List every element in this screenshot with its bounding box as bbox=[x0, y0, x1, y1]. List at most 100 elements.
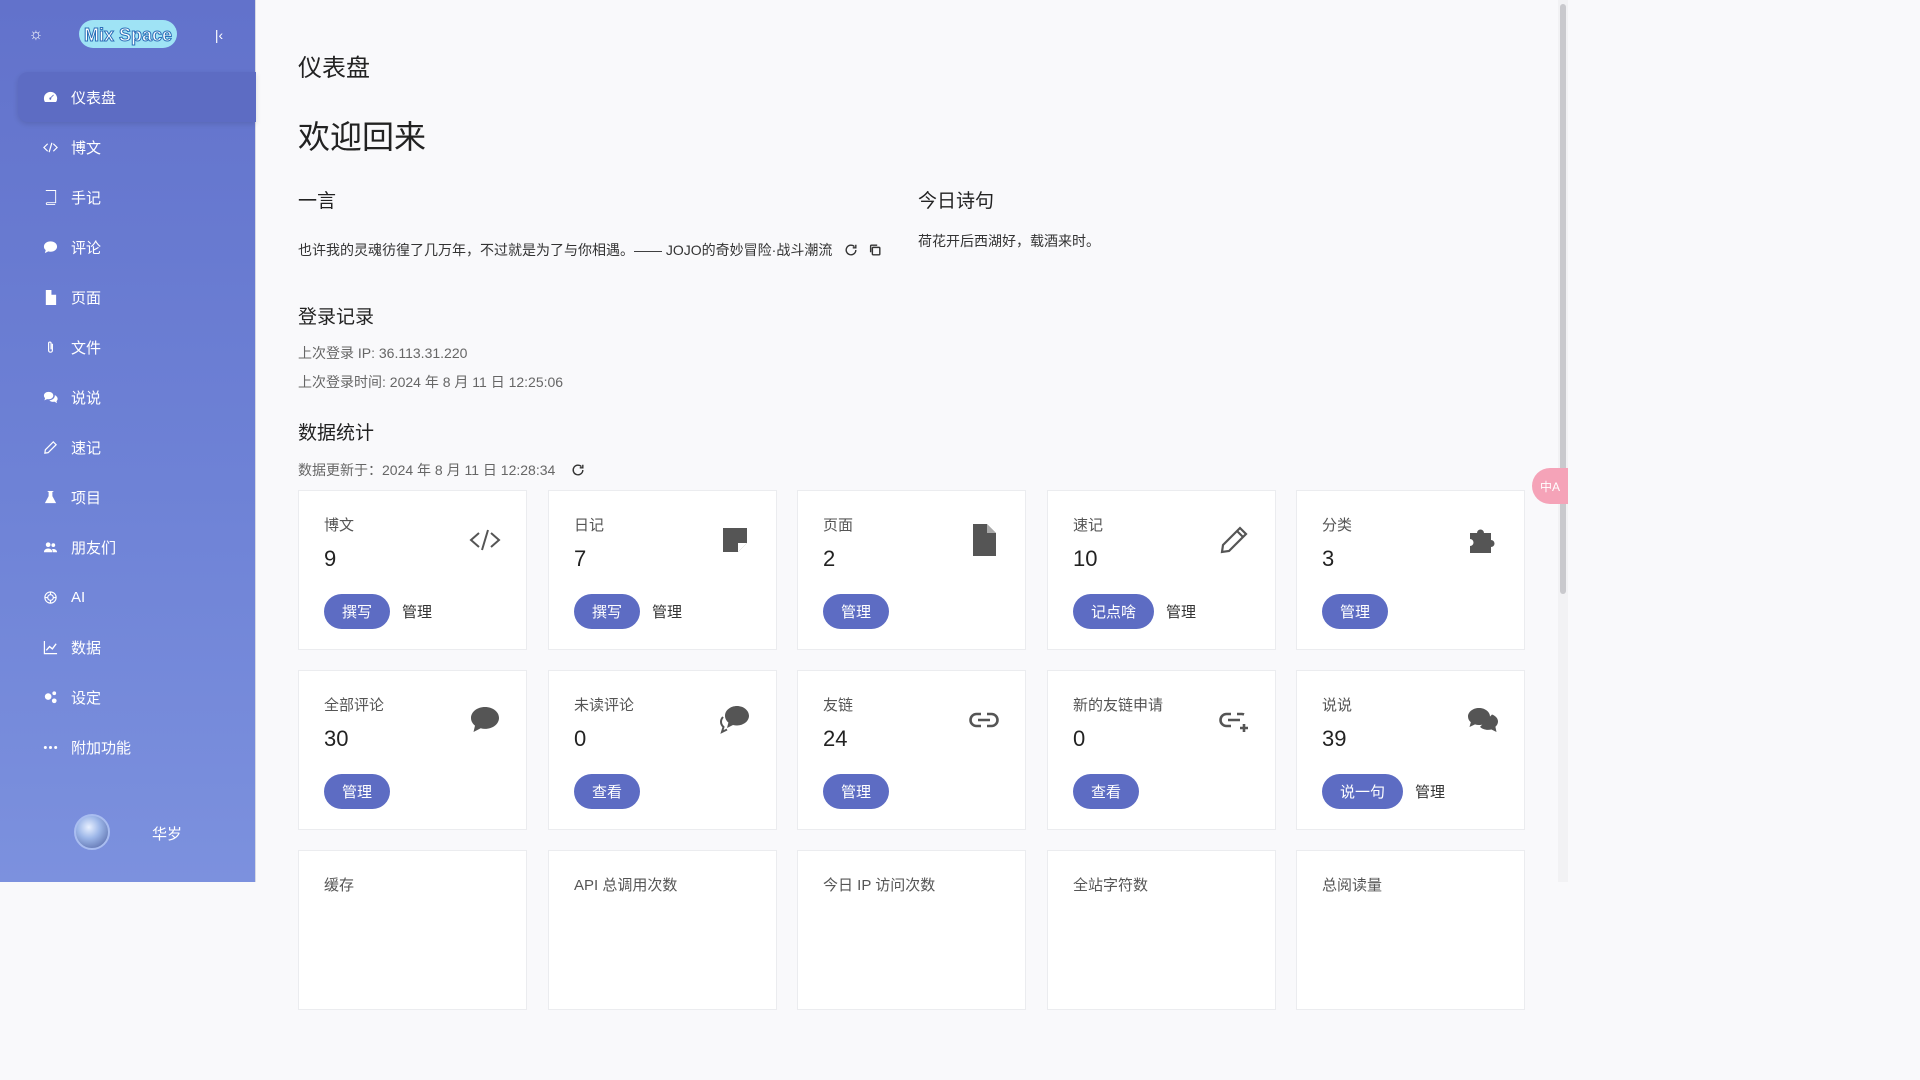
write-say-button[interactable]: 说一句 bbox=[1322, 774, 1404, 809]
card-label: 页面 bbox=[823, 517, 854, 534]
stat-card-categories: 分类 3 管理 bbox=[1296, 490, 1525, 650]
sidebar-item-comments[interactable]: 评论 bbox=[0, 222, 256, 272]
sidebar-item-files[interactable]: 文件 bbox=[0, 322, 256, 372]
welcome-heading: 欢迎回来 bbox=[298, 119, 427, 155]
manage-says-button[interactable]: 管理 bbox=[1415, 781, 1445, 802]
logo-text: Mix Space bbox=[84, 25, 172, 45]
stat-card-today-ip: 今日 IP 访问次数 bbox=[797, 850, 1026, 1010]
user-profile[interactable]: 华岁 bbox=[0, 812, 256, 852]
comment-icon bbox=[42, 239, 58, 255]
card-label: 分类 bbox=[1322, 517, 1353, 534]
stat-card-pages: 页面 2 管理 bbox=[797, 490, 1026, 650]
sidebar-item-pages[interactable]: 页面 bbox=[0, 272, 256, 322]
sun-icon[interactable]: ☼ bbox=[27, 26, 45, 44]
manage-links-button[interactable]: 管理 bbox=[823, 774, 890, 809]
page-title: 仪表盘 bbox=[298, 55, 370, 82]
pencil-icon bbox=[1217, 523, 1251, 557]
manage-categories-button[interactable]: 管理 bbox=[1322, 594, 1389, 629]
login-time: 上次登录时间: 2024 年 8 月 11 日 12:25:06 bbox=[298, 374, 564, 390]
manage-posts-button[interactable]: 管理 bbox=[402, 601, 432, 622]
view-link-requests-button[interactable]: 查看 bbox=[1073, 774, 1140, 809]
stat-card-recently: 速记 10 记点啥 管理 bbox=[1047, 490, 1276, 650]
sidebar-item-notes[interactable]: 手记 bbox=[0, 172, 256, 222]
poem-text: 荷花开后西湖好，载酒来时。 bbox=[918, 233, 1100, 249]
paperclip-icon bbox=[42, 339, 58, 355]
logo[interactable]: Mix Space bbox=[78, 16, 178, 54]
stat-card-cache: 缓存 bbox=[298, 850, 527, 1010]
translate-button[interactable]: 中A bbox=[1532, 468, 1568, 504]
sidebar-item-extra[interactable]: 附加功能 bbox=[0, 722, 256, 772]
card-value: 9 bbox=[324, 546, 337, 571]
sidebar-item-label: 文件 bbox=[71, 339, 102, 357]
sidebar-item-projects[interactable]: 项目 bbox=[0, 472, 256, 522]
stat-card-notes: 日记 7 撰写 管理 bbox=[548, 490, 777, 650]
card-value: 30 bbox=[324, 726, 349, 751]
card-label: 速记 bbox=[1073, 517, 1104, 534]
card-label: 日记 bbox=[574, 517, 605, 534]
card-label: 友链 bbox=[823, 697, 854, 714]
write-note-button[interactable]: 撰写 bbox=[574, 594, 641, 629]
avatar[interactable] bbox=[74, 814, 110, 850]
card-label: 说说 bbox=[1322, 697, 1353, 714]
username: 华岁 bbox=[152, 826, 183, 843]
manage-notes-button[interactable]: 管理 bbox=[652, 601, 682, 622]
card-label: 全部评论 bbox=[324, 697, 385, 714]
sidebar-item-posts[interactable]: 博文 bbox=[0, 122, 256, 172]
card-value: 39 bbox=[1322, 726, 1347, 751]
book-icon bbox=[42, 189, 58, 205]
view-unread-comments-button[interactable]: 查看 bbox=[574, 774, 641, 809]
hitokoto-text: 也许我的灵魂彷徨了几万年，不过就是为了与你相遇。—— JOJO的奇妙冒险·战斗潮… bbox=[298, 242, 833, 258]
stat-card-api-calls: API 总调用次数 bbox=[548, 850, 777, 1010]
manage-pages-button[interactable]: 管理 bbox=[823, 594, 890, 629]
card-label: API 总调用次数 bbox=[574, 877, 678, 894]
card-label: 总阅读量 bbox=[1322, 877, 1383, 894]
sidebar-item-label: AI bbox=[71, 588, 86, 606]
card-label: 博文 bbox=[324, 517, 355, 534]
users-icon bbox=[42, 539, 58, 555]
stats-updated: 数据更新于：2024 年 8 月 11 日 12:28:34 bbox=[298, 462, 556, 478]
write-recently-button[interactable]: 记点啥 bbox=[1073, 594, 1155, 629]
sidebar-item-analytics[interactable]: 数据 bbox=[0, 622, 256, 672]
refresh-icon[interactable] bbox=[844, 243, 858, 257]
stat-card-links: 友链 24 管理 bbox=[797, 670, 1026, 830]
card-value: 3 bbox=[1322, 546, 1335, 571]
stat-card-all-comments: 全部评论 30 管理 bbox=[298, 670, 527, 830]
sidebar-item-says[interactable]: 说说 bbox=[0, 372, 256, 422]
sidebar-item-label: 评论 bbox=[71, 239, 102, 257]
file-icon bbox=[967, 523, 1001, 557]
sidebar-item-settings[interactable]: 设定 bbox=[0, 672, 256, 722]
card-label: 全站字符数 bbox=[1073, 877, 1149, 894]
stat-card-says: 说说 39 说一句 管理 bbox=[1296, 670, 1525, 830]
card-value: 7 bbox=[574, 546, 587, 571]
sidebar-item-ai[interactable]: AI bbox=[0, 572, 256, 622]
write-post-button[interactable]: 撰写 bbox=[324, 594, 391, 629]
comment-icon bbox=[468, 703, 502, 737]
sidebar-nav: 仪表盘 博文 手记 评论 页面 文件 说说 速记 项目 朋友们 AI 数据 设定… bbox=[0, 72, 256, 772]
flask-icon bbox=[42, 489, 58, 505]
scrollbar-thumb[interactable] bbox=[1560, 4, 1566, 594]
chat-icon bbox=[42, 389, 58, 405]
sidebar-item-label: 仪表盘 bbox=[71, 89, 117, 107]
stat-card-char-count: 全站字符数 bbox=[1047, 850, 1276, 1010]
card-label: 新的友链申请 bbox=[1073, 697, 1164, 714]
stat-card-posts: 博文 9 撰写 管理 bbox=[298, 490, 527, 650]
sidebar-item-recently[interactable]: 速记 bbox=[0, 422, 256, 472]
sidebar-item-label: 附加功能 bbox=[71, 739, 132, 757]
sidebar-item-dashboard[interactable]: 仪表盘 bbox=[18, 72, 256, 122]
copy-icon[interactable] bbox=[868, 243, 882, 257]
manage-recently-button[interactable]: 管理 bbox=[1166, 601, 1196, 622]
collapse-sidebar-icon[interactable]: |‹ bbox=[210, 26, 228, 44]
sidebar-item-friends[interactable]: 朋友们 bbox=[0, 522, 256, 572]
stat-card-total-reads: 总阅读量 bbox=[1296, 850, 1525, 1010]
card-value: 0 bbox=[574, 726, 587, 751]
manage-comments-button[interactable]: 管理 bbox=[324, 774, 391, 809]
page-scrollbar[interactable] bbox=[1558, 0, 1568, 882]
stats-updated-block: 数据更新于：2024 年 8 月 11 日 12:28:34 bbox=[298, 460, 585, 480]
sidebar-item-label: 设定 bbox=[71, 689, 102, 707]
comments-icon bbox=[718, 703, 752, 737]
sticky-note-icon bbox=[718, 523, 752, 557]
card-value: 10 bbox=[1073, 546, 1098, 571]
sidebar-item-label: 数据 bbox=[71, 639, 102, 657]
refresh-stats-icon[interactable] bbox=[571, 463, 585, 477]
chat-icon bbox=[1466, 703, 1500, 737]
